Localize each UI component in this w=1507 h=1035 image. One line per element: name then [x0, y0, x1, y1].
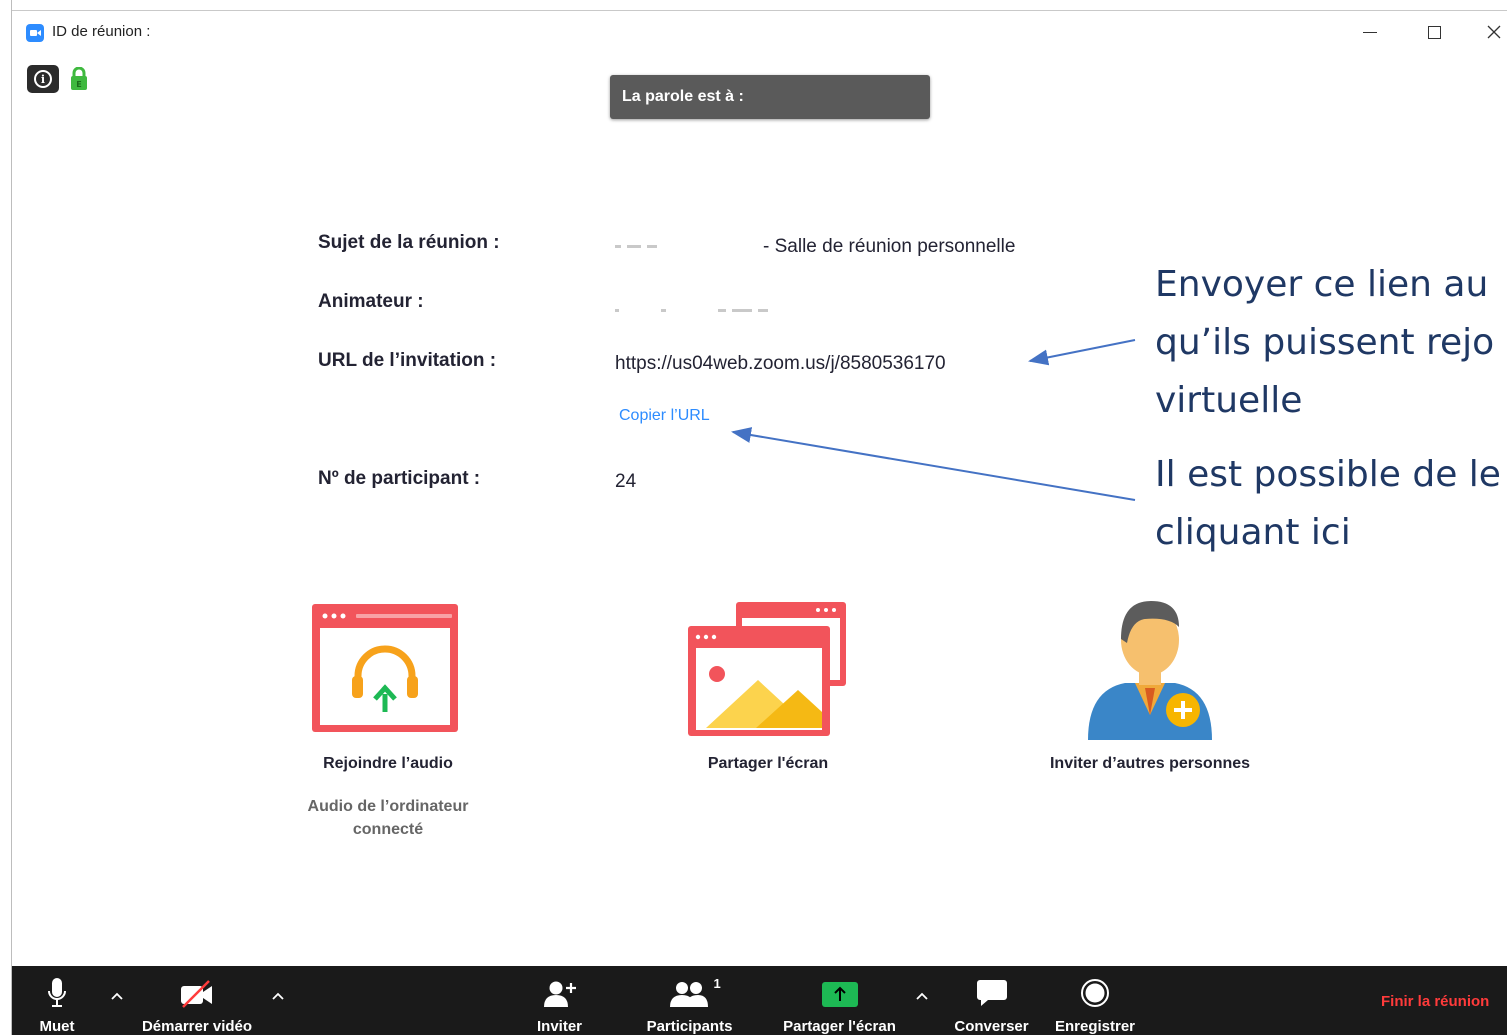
audio-options-caret-icon[interactable]: [109, 988, 125, 1004]
record-label: Enregistrer: [1054, 1018, 1136, 1035]
svg-text:E: E: [76, 80, 81, 89]
title-bar: ID de réunion :: [12, 10, 1507, 52]
redacted-text: [615, 309, 619, 313]
maximize-button[interactable]: [1414, 17, 1454, 47]
close-icon: [1487, 25, 1501, 39]
redacted-text: [758, 309, 768, 313]
window-title: ID de réunion :: [52, 23, 151, 40]
annotation-line-1: Envoyer ce lien au: [1155, 264, 1489, 305]
close-button[interactable]: [1474, 17, 1507, 47]
start-video-button[interactable]: Démarrer vidéo: [132, 966, 262, 1035]
participant-id-value: 24: [615, 471, 637, 492]
redacted-text: [718, 309, 726, 313]
active-speaker-banner: La parole est à :: [610, 75, 930, 119]
participants-icon: [669, 982, 708, 1007]
invite-label: Inviter: [536, 1018, 582, 1035]
share-screen-toolbar-label: Partager l'écran: [783, 1018, 896, 1035]
meeting-toolbar: Muet Démarrer vidéo Inviter 1 Participan…: [12, 966, 1507, 1035]
share-screen-arrow-icon: [821, 982, 858, 1007]
zoom-app-icon: [26, 24, 44, 42]
redacted-text: [627, 245, 641, 249]
copy-url-link[interactable]: Copier l’URL: [619, 407, 710, 425]
redacted-text: [625, 309, 655, 312]
start-video-label: Démarrer vidéo: [141, 1018, 253, 1035]
redacted-text: [672, 309, 712, 312]
share-screen-icon[interactable]: [686, 600, 848, 738]
share-screen-button[interactable]: Partager l'écran: [777, 966, 902, 1035]
chat-button[interactable]: Converser: [949, 966, 1034, 1035]
annotation-line-5: cliquant ici: [1155, 512, 1351, 553]
invite-url-label: URL de l’invitation :: [318, 350, 497, 371]
join-audio-label[interactable]: Rejoindre l’audio: [288, 755, 488, 773]
participant-id-label: Nº de participant :: [318, 468, 481, 489]
host-value: [615, 300, 774, 322]
annotation-line-3: virtuelle: [1155, 380, 1303, 421]
end-meeting-button[interactable]: Finir la réunion: [1381, 993, 1489, 1010]
minimize-button[interactable]: [1350, 17, 1390, 47]
maximize-icon: [1427, 25, 1441, 39]
annotation-line-2: qu’ils puissent rejo: [1155, 322, 1495, 363]
annotation-arrow-url: [1028, 339, 1136, 366]
chat-label: Converser: [954, 1018, 1029, 1035]
annotation-line-4: Il est possible de le: [1155, 454, 1501, 495]
minimize-icon: [1363, 31, 1377, 33]
mute-label: Muet: [39, 1018, 75, 1035]
mute-button[interactable]: Muet: [32, 966, 82, 1035]
redacted-text: [661, 309, 666, 313]
invite-others-label[interactable]: Inviter d’autres personnes: [1030, 755, 1270, 773]
participants-count: 1: [713, 976, 721, 991]
participants-button[interactable]: 1 Participants: [637, 966, 742, 1035]
subject-text: - Salle de réunion personnelle: [763, 236, 1016, 257]
share-options-caret-icon[interactable]: [914, 988, 930, 1004]
record-button[interactable]: Enregistrer: [1050, 966, 1140, 1035]
join-audio-sub-1: Audio de l’ordinateur: [307, 798, 469, 815]
add-user-icon: [543, 981, 576, 1007]
chat-icon: [976, 980, 1007, 1006]
info-icon: i: [34, 70, 52, 88]
invite-url-value[interactable]: https://us04web.zoom.us/j/8580536170: [615, 353, 946, 375]
invite-others-icon[interactable]: [1085, 595, 1215, 743]
meeting-info-button[interactable]: i: [27, 65, 59, 93]
redacted-text: [647, 245, 657, 249]
annotation-arrow-copy: [731, 427, 1136, 501]
video-off-icon: [181, 980, 212, 1008]
subject-value: - Salle de réunion personnelle: [615, 236, 1015, 258]
video-options-caret-icon[interactable]: [270, 988, 286, 1004]
share-screen-label[interactable]: Partager l'écran: [668, 755, 868, 773]
subject-label: Sujet de la réunion :: [318, 232, 500, 253]
window-left-edge: [0, 0, 12, 1035]
microphone-icon: [48, 978, 66, 1007]
join-audio-icon[interactable]: [310, 602, 460, 734]
lock-icon: E: [71, 67, 87, 90]
redacted-text: [615, 245, 621, 249]
invite-button[interactable]: Inviter: [527, 966, 592, 1035]
host-label: Animateur :: [318, 291, 424, 312]
redacted-text: [732, 309, 752, 313]
record-icon: [1081, 979, 1109, 1007]
join-audio-sub-2: connecté: [352, 821, 424, 838]
participants-label: Participants: [646, 1018, 733, 1035]
